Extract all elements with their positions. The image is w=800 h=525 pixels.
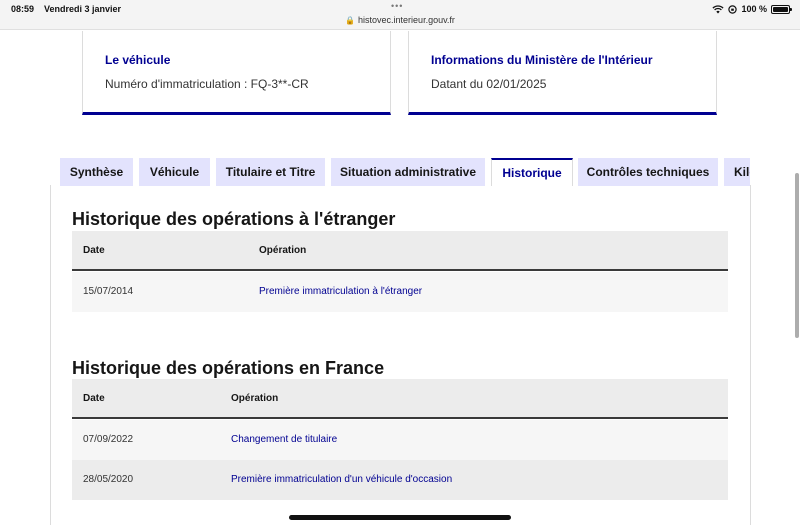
row-operation: Changement de titulaire — [231, 434, 338, 445]
tab-titulaire[interactable]: Titulaire et Titre — [216, 158, 325, 186]
table-header: Date Opération — [72, 379, 728, 419]
tab-situation[interactable]: Situation administrative — [331, 158, 485, 186]
tab-vehicule[interactable]: Véhicule — [139, 158, 210, 186]
ministry-card-title: Informations du Ministère de l'Intérieur — [431, 53, 653, 67]
vehicle-card: Le véhicule Numéro d'immatriculation : F… — [82, 31, 391, 115]
vehicle-card-title: Le véhicule — [105, 53, 171, 67]
row-operation: Première immatriculation d'un véhicule d… — [231, 474, 453, 485]
scrollbar[interactable] — [795, 173, 799, 338]
more-dots-icon[interactable]: ••• — [391, 1, 403, 11]
orientation-lock-icon — [728, 4, 738, 14]
url-text: histovec.interieur.gouv.fr — [358, 15, 455, 25]
status-time: 08:59 — [11, 4, 35, 14]
column-operation: Opération — [259, 245, 307, 256]
tab-bar: Synthèse Véhicule Titulaire et Titre Sit… — [60, 158, 750, 186]
row-operation: Première immatriculation à l'étranger — [259, 286, 423, 297]
ministry-card: Informations du Ministère de l'Intérieur… — [408, 31, 717, 115]
table-row: 07/09/2022 Changement de titulaire — [72, 420, 728, 460]
tab-kilometrage[interactable]: Kilo — [724, 158, 750, 186]
row-date: 28/05/2020 — [83, 474, 134, 485]
row-date: 15/07/2014 — [83, 286, 134, 297]
status-bar: 08:59 Vendredi 3 janvier ••• 🔒 histovec.i… — [0, 0, 800, 30]
tab-controles[interactable]: Contrôles techniques — [578, 158, 718, 186]
tab-synthese[interactable]: Synthèse — [60, 158, 133, 186]
section-title-france: Historique des opérations en France — [72, 358, 385, 378]
tab-historique[interactable]: Historique — [491, 158, 573, 186]
section-title-abroad: Historique des opérations à l'étranger — [72, 209, 396, 229]
ministry-date: Datant du 02/01/2025 — [431, 77, 547, 91]
table-row: 28/05/2020 Première immatriculation d'un… — [72, 460, 728, 500]
table-france: Date Opération 07/09/2022 Changement de … — [72, 379, 728, 500]
column-date: Date — [83, 245, 105, 256]
registration-number: Numéro d'immatriculation : FQ-3**-CR — [105, 77, 309, 91]
table-row: 15/07/2014 Première immatriculation à l'… — [72, 272, 728, 312]
lock-icon: 🔒 — [345, 16, 356, 25]
table-abroad: Date Opération 15/07/2014 Première immat… — [72, 231, 728, 312]
column-date: Date — [83, 393, 105, 404]
battery-icon — [771, 4, 792, 14]
table-header: Date Opération — [72, 231, 728, 271]
wifi-icon — [712, 4, 725, 13]
column-operation: Opération — [231, 393, 279, 404]
status-date: Vendredi 3 janvier — [44, 4, 122, 14]
home-indicator[interactable] — [289, 515, 511, 520]
address-bar[interactable]: 🔒 histovec.interieur.gouv.fr — [0, 15, 800, 25]
status-indicators: 100 % — [712, 4, 792, 14]
row-date: 07/09/2022 — [83, 434, 134, 445]
battery-percent: 100 % — [741, 4, 767, 14]
